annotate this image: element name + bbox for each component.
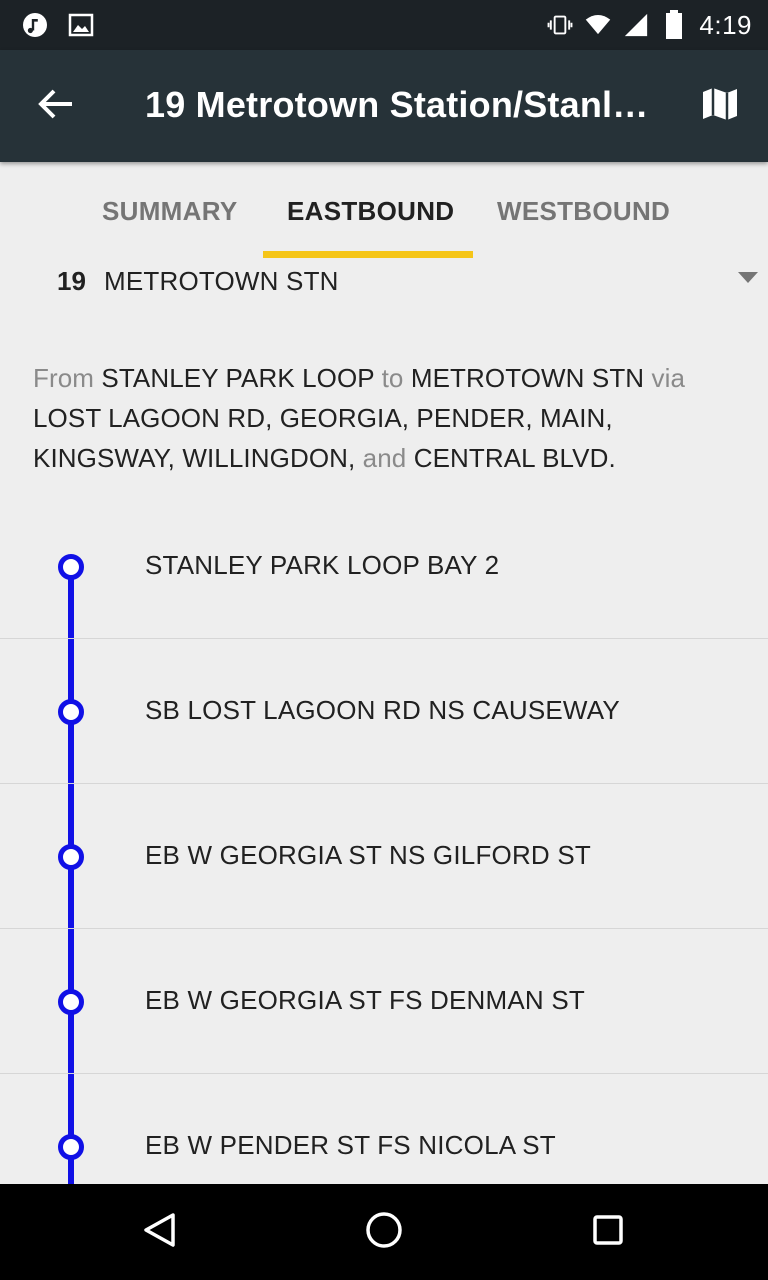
stop-label: STANLEY PARK LOOP BAY 2 [145,550,500,580]
route-name: METROTOWN STN [104,266,339,296]
stop-marker-icon [58,844,84,870]
stop-label: EB W GEORGIA ST NS GILFORD ST [145,840,591,870]
description-to: METROTOWN STN [410,363,645,393]
list-item[interactable]: STANLEY PARK LOOP BAY 2 [0,494,768,639]
stop-marker-icon [58,554,84,580]
list-item[interactable]: EB W GEORGIA ST FS DENMAN ST [0,929,768,1074]
wifi-icon [585,12,611,38]
status-bar: 4:19 [0,0,768,50]
music-note-icon [22,12,48,38]
route-description: From STANLEY PARK LOOP to METROTOWN STN … [33,358,733,478]
map-button[interactable] [698,84,742,128]
description-last: CENTRAL BLVD. [413,443,616,473]
status-clock: 4:19 [699,9,752,40]
recents-square-icon [588,1210,628,1255]
tab-indicator [263,251,473,258]
description-and-word: and [362,443,407,473]
app-bar: 19 Metrotown Station/Stanley Park [0,50,768,162]
back-button[interactable] [32,84,80,128]
page-title: 19 Metrotown Station/Stanley Park [145,84,665,125]
image-icon [68,12,94,38]
stops-list: STANLEY PARK LOOP BAY 2 SB LOST LAGOON R… [0,494,768,1184]
route-number: 19 [57,266,86,296]
nav-home-button[interactable] [362,1210,406,1254]
stop-label: EB W PENDER ST FS NICOLA ST [145,1130,556,1160]
vibrate-icon [547,12,573,38]
direction-tabs: SUMMARY EASTBOUND WESTBOUND [0,162,768,258]
system-nav-bar [0,1184,768,1280]
stop-label: EB W GEORGIA ST FS DENMAN ST [145,985,585,1015]
tab-westbound[interactable]: WESTBOUND [497,196,670,227]
stop-label: SB LOST LAGOON RD NS CAUSEWAY [145,695,620,725]
cell-signal-icon [623,12,649,38]
nav-back-button[interactable] [138,1210,182,1254]
map-icon [701,85,739,128]
home-circle-icon [364,1210,404,1255]
description-via-word: via [651,363,686,393]
tab-eastbound[interactable]: EASTBOUND [287,196,454,227]
dropdown-arrow-icon [738,272,758,283]
description-from-word: From [33,363,95,393]
battery-icon [661,10,687,39]
back-triangle-icon [140,1210,180,1255]
list-item[interactable]: EB W GEORGIA ST NS GILFORD ST [0,784,768,929]
nav-recents-button[interactable] [586,1210,630,1254]
arrow-back-icon [38,88,74,125]
list-item[interactable]: SB LOST LAGOON RD NS CAUSEWAY [0,639,768,784]
description-to-word: to [381,363,404,393]
description-from: STANLEY PARK LOOP [101,363,375,393]
stop-marker-icon [58,989,84,1015]
tab-summary[interactable]: SUMMARY [102,196,237,227]
stop-marker-icon [58,1134,84,1160]
stop-marker-icon [58,699,84,725]
route-dropdown[interactable]: 19 METROTOWN STN [0,258,768,306]
list-item[interactable]: EB W PENDER ST FS NICOLA ST [0,1074,768,1184]
